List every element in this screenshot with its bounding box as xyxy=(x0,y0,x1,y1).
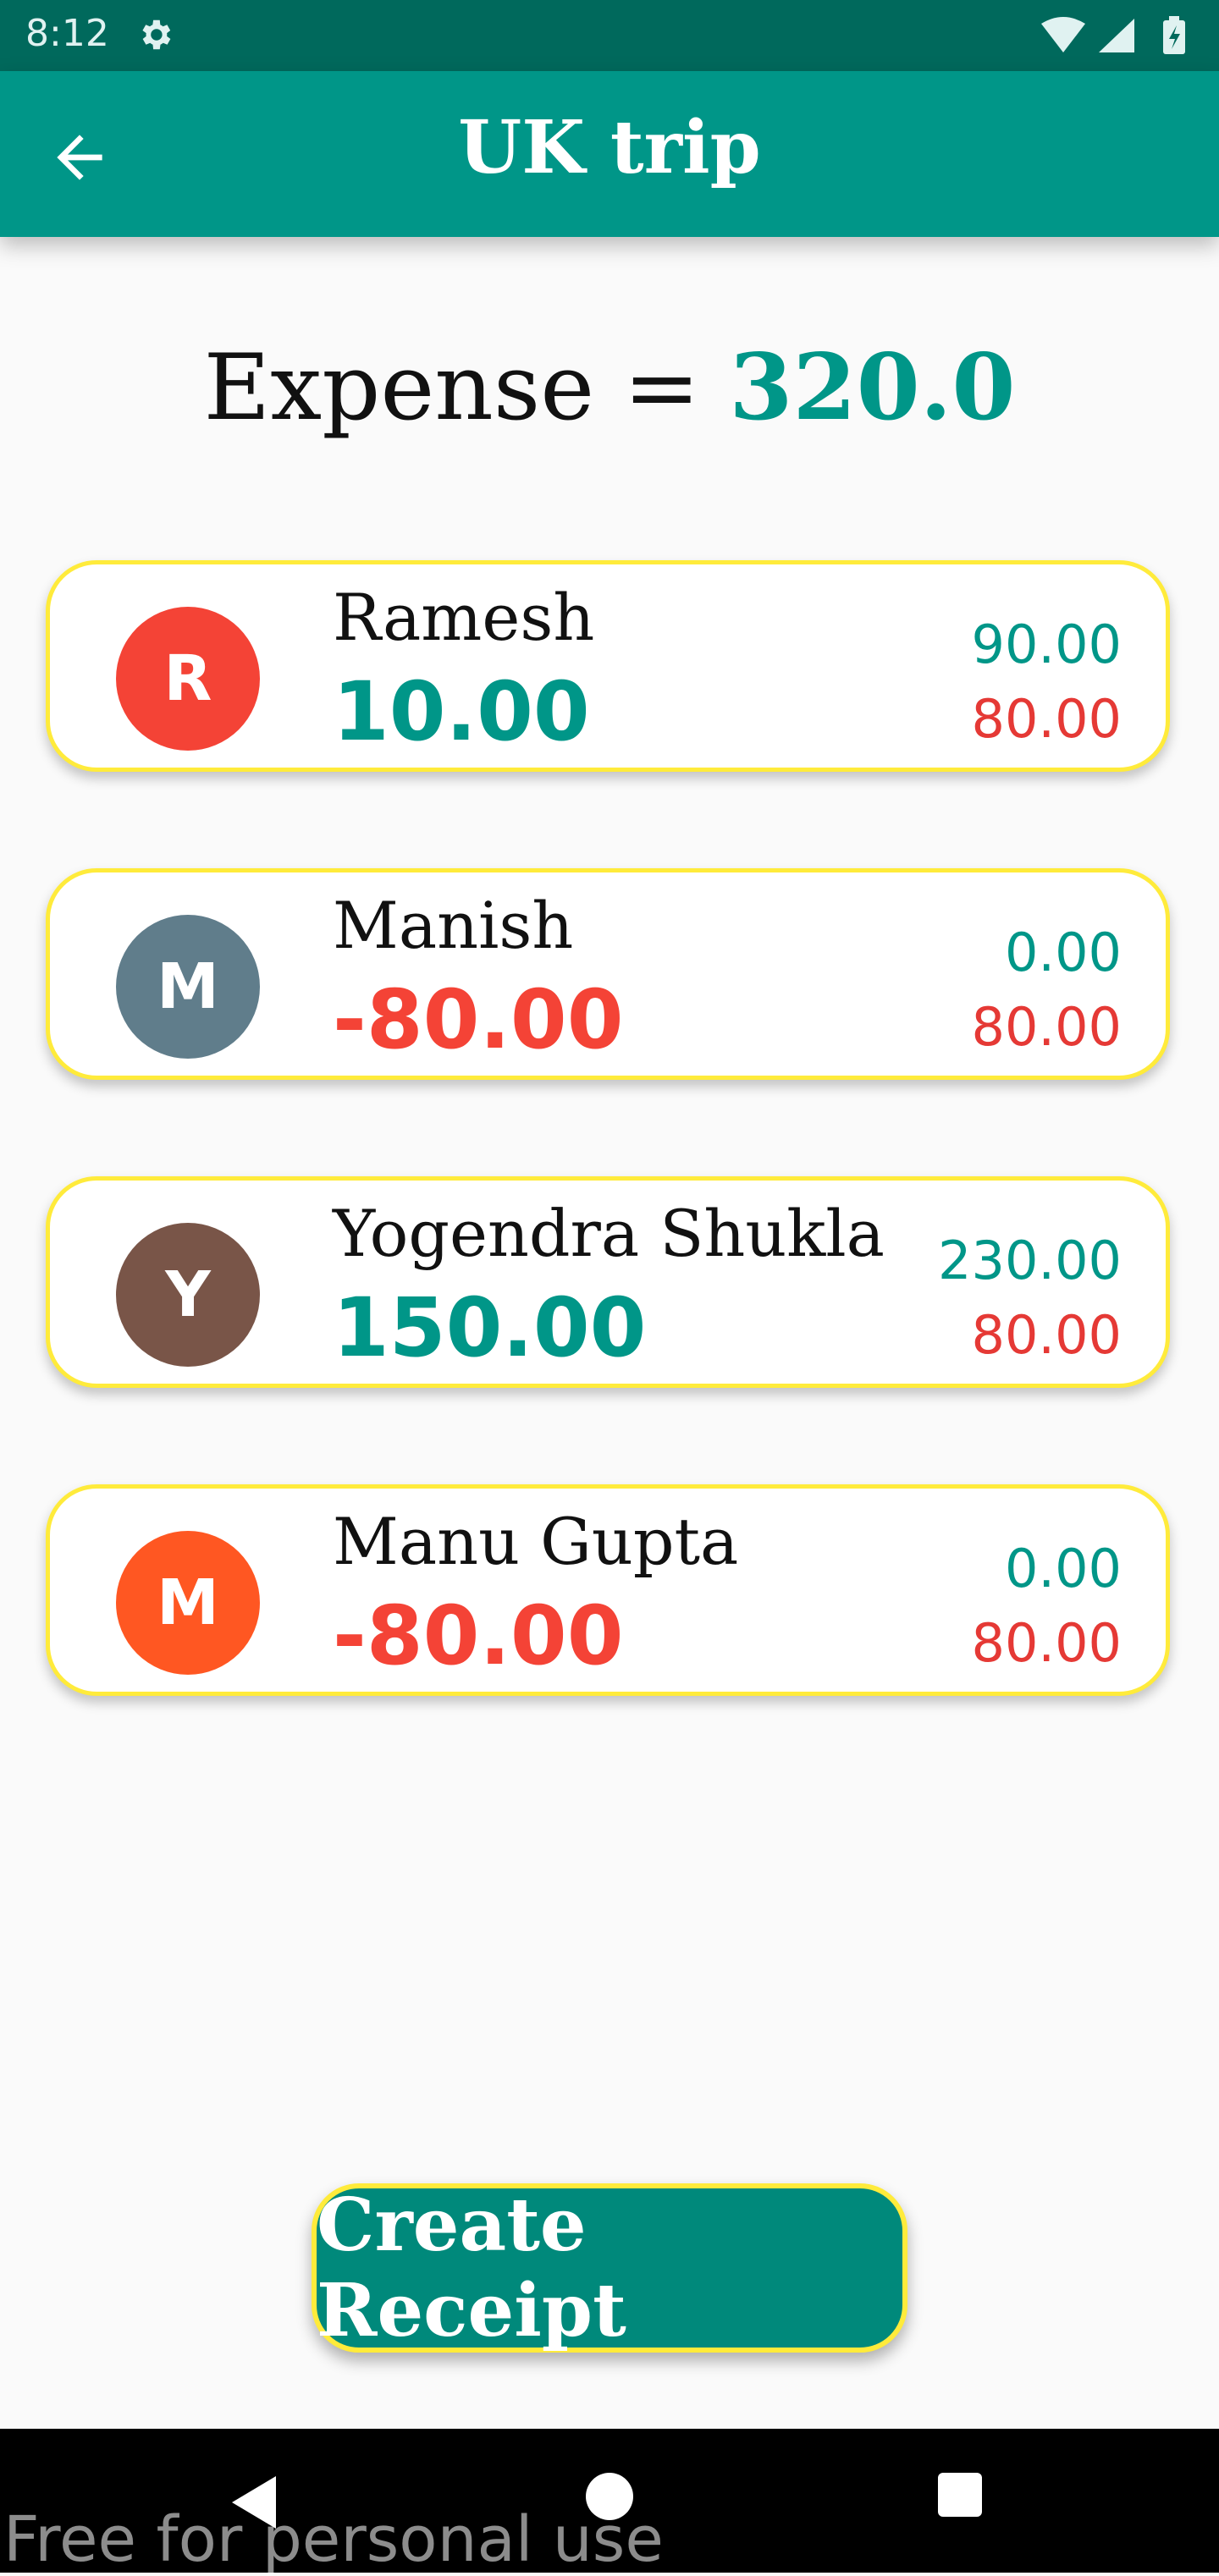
member-share: 80.00 xyxy=(971,996,1122,1058)
member-name: Ramesh xyxy=(333,580,595,655)
member-balance: 10.00 xyxy=(333,664,590,759)
avatar: M xyxy=(116,1531,260,1675)
expense-summary: Expense = 320.0 xyxy=(0,334,1219,441)
wifi-icon xyxy=(1041,17,1085,52)
member-balance: -80.00 xyxy=(333,972,624,1067)
member-balance: 150.00 xyxy=(333,1280,647,1375)
avatar: Y xyxy=(116,1223,260,1367)
status-time: 8:12 xyxy=(25,12,109,55)
page-title: UK trip xyxy=(458,105,761,190)
member-card[interactable]: M Manish -80.00 0.00 80.00 xyxy=(46,868,1170,1080)
avatar: R xyxy=(116,607,260,751)
member-name: Manu Gupta xyxy=(333,1504,739,1579)
member-name: Manish xyxy=(333,888,574,963)
member-paid: 230.00 xyxy=(938,1230,1122,1291)
status-bar: 8:12 xyxy=(0,0,1219,71)
member-paid: 90.00 xyxy=(971,614,1122,675)
member-share: 80.00 xyxy=(971,1304,1122,1366)
settings-icon xyxy=(142,19,171,50)
member-share: 80.00 xyxy=(971,1612,1122,1674)
member-paid: 0.00 xyxy=(1004,922,1122,983)
member-balance: -80.00 xyxy=(333,1588,624,1683)
member-card[interactable]: M Manu Gupta -80.00 0.00 80.00 xyxy=(46,1484,1170,1696)
member-paid: 0.00 xyxy=(1004,1538,1122,1599)
expense-label: Expense = xyxy=(203,335,700,441)
expense-total: 320.0 xyxy=(729,334,1016,441)
avatar: M xyxy=(116,915,260,1059)
member-card[interactable]: Y Yogendra Shukla 150.00 230.00 80.00 xyxy=(46,1176,1170,1388)
recents-square-icon[interactable] xyxy=(938,2473,982,2517)
watermark: Free for personal use xyxy=(3,2503,664,2576)
create-receipt-button[interactable]: Create Receipt xyxy=(312,2182,907,2353)
system-status-icons xyxy=(1041,16,1185,54)
member-name: Yogendra Shukla xyxy=(333,1196,885,1271)
app-bar: UK trip xyxy=(0,71,1219,237)
battery-icon xyxy=(1163,16,1185,54)
signal-icon xyxy=(1099,19,1134,52)
member-card[interactable]: R Ramesh 10.00 90.00 80.00 xyxy=(46,560,1170,772)
member-share: 80.00 xyxy=(971,688,1122,750)
